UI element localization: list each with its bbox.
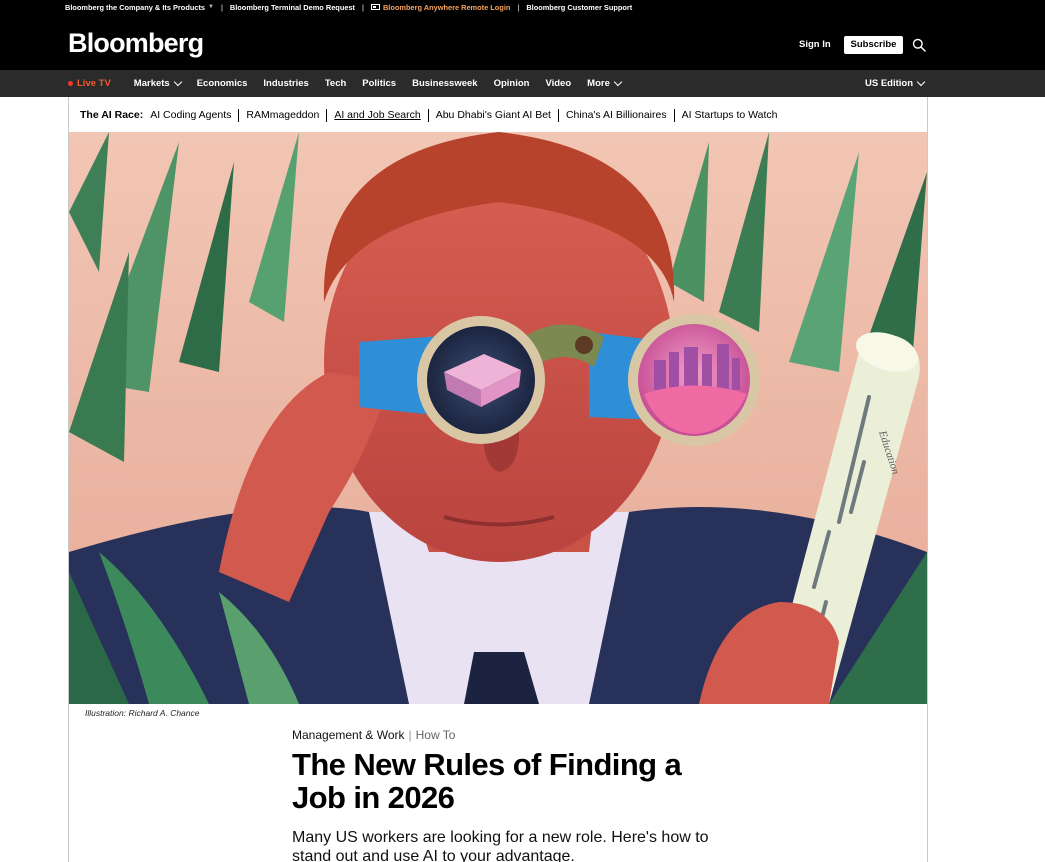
topic-strip-title: The AI Race:	[80, 109, 144, 121]
section-link[interactable]: Management & Work	[292, 728, 405, 742]
terminal-demo-link[interactable]: Bloomberg Terminal Demo Request	[230, 3, 355, 12]
masthead: Bloomberg the Company & Its Products ▼ |…	[0, 0, 1045, 70]
hero-illustration-graphic: Education	[69, 132, 927, 704]
nav-links: Live TV Markets Economics Industries Tec…	[68, 70, 637, 97]
nav-politics[interactable]: Politics	[362, 78, 396, 89]
subsection-link[interactable]: How To	[416, 728, 456, 742]
live-dot-icon	[68, 81, 73, 86]
sign-in-link[interactable]: Sign In	[799, 38, 831, 52]
edition-selector[interactable]: US Edition	[865, 70, 926, 97]
caret-down-icon[interactable]: ▼	[208, 4, 214, 10]
nav-more[interactable]: More	[587, 77, 623, 89]
edition-label: US Edition	[865, 78, 914, 89]
hero-illustration[interactable]: Education	[69, 132, 927, 704]
divider: |	[220, 2, 223, 12]
anywhere-login-label: Bloomberg Anywhere Remote Login	[382, 2, 511, 12]
nav-opinion[interactable]: Opinion	[494, 78, 530, 89]
topic-link-active[interactable]: AI and Job Search	[326, 108, 427, 122]
nav-economics[interactable]: Economics	[197, 78, 248, 89]
nav-markets[interactable]: Markets	[133, 77, 182, 89]
topic-link[interactable]: Abu Dhabi's Giant AI Bet	[427, 108, 558, 122]
nav-live-tv-label: Live TV	[77, 78, 111, 89]
nav-markets-label: Markets	[133, 78, 170, 89]
bloomberg-logo[interactable]: Bloomberg	[68, 26, 204, 60]
divider: |	[517, 2, 520, 12]
nav-more-label: More	[587, 78, 610, 89]
terminal-icon	[370, 4, 380, 10]
main-nav: Live TV Markets Economics Industries Tec…	[0, 70, 1045, 97]
nav-video[interactable]: Video	[545, 78, 571, 89]
divider: |	[408, 728, 412, 742]
topic-link[interactable]: AI Coding Agents	[150, 109, 238, 122]
illustration-credit: Illustration: Richard A. Chance	[85, 708, 200, 718]
nav-live-tv[interactable]: Live TV	[68, 78, 111, 89]
search-icon[interactable]	[912, 38, 926, 52]
subscribe-button[interactable]: Subscribe	[844, 36, 903, 54]
article-kicker: Management & Work | How To	[292, 728, 455, 742]
customer-support-link[interactable]: Bloomberg Customer Support	[526, 3, 632, 12]
divider: |	[362, 2, 364, 12]
nav-industries[interactable]: Industries	[263, 78, 308, 89]
anywhere-login-link[interactable]: Bloomberg Anywhere Remote Login	[370, 2, 511, 12]
utility-bar: Bloomberg the Company & Its Products ▼ |…	[65, 2, 632, 12]
topic-link[interactable]: AI Startups to Watch	[673, 108, 785, 122]
company-products-link[interactable]: Bloomberg the Company & Its Products	[65, 3, 205, 12]
nav-businessweek[interactable]: Businessweek	[412, 78, 477, 89]
chevron-down-icon	[613, 77, 623, 87]
article-headline: The New Rules of Finding a Job in 2026	[292, 747, 682, 815]
topic-strip: The AI Race: AI Coding Agents RAMmageddo…	[80, 108, 785, 122]
nav-tech[interactable]: Tech	[325, 78, 346, 89]
chevron-down-icon	[916, 77, 926, 87]
chevron-down-icon	[173, 77, 182, 87]
topic-link[interactable]: China's AI Billionaires	[557, 108, 674, 122]
topic-link[interactable]: RAMmageddon	[238, 108, 326, 122]
article-dek: Many US workers are looking for a new ro…	[292, 829, 709, 862]
